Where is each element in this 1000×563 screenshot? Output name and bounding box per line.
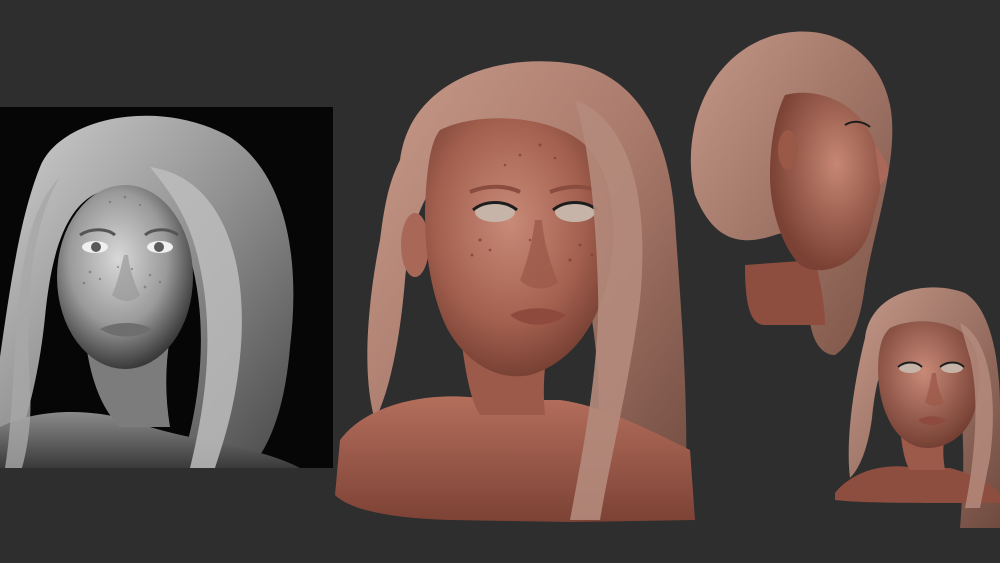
clay-head-front-image	[335, 61, 695, 522]
sculpt-reference-canvas	[0, 0, 1000, 563]
sculpt-front-view	[330, 40, 710, 530]
reference-portrait-image	[0, 107, 333, 468]
reference-photo	[0, 107, 333, 468]
sculpt-small-front-view	[830, 278, 1000, 528]
clay-head-small-image	[835, 287, 1000, 528]
